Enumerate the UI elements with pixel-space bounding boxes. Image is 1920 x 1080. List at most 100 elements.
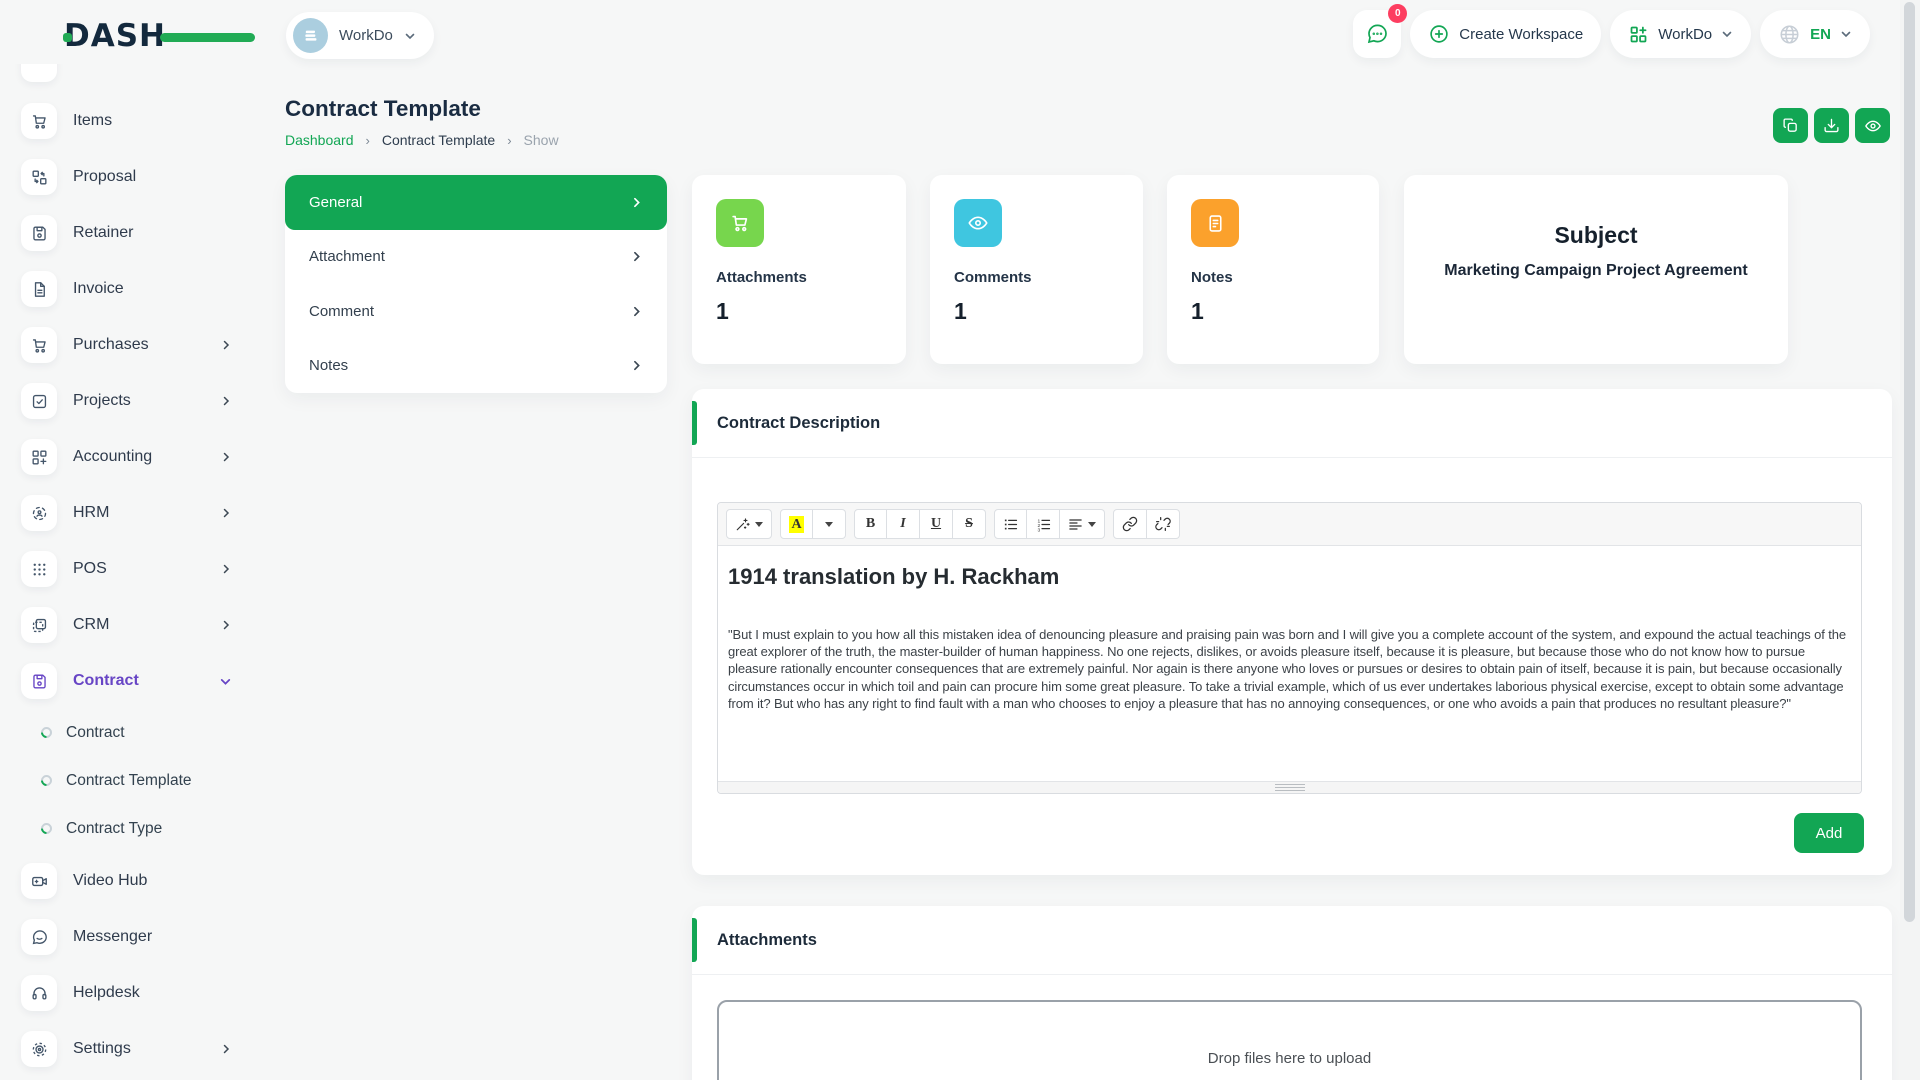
strikethrough-icon: S xyxy=(965,516,973,532)
app-logo[interactable]: DASH xyxy=(64,18,194,54)
floppy-icon xyxy=(21,215,57,251)
stat-value: 1 xyxy=(1191,298,1355,325)
note-icon xyxy=(1191,199,1239,247)
section-accent-bar xyxy=(692,401,697,445)
building-avatar-icon xyxy=(293,18,328,53)
logo-dash-bar xyxy=(160,33,255,42)
eye-icon xyxy=(1864,117,1882,135)
sidebar-item-accounting[interactable]: Accounting xyxy=(0,429,265,485)
stat-label: Attachments xyxy=(716,269,882,286)
bullet-icon xyxy=(39,821,55,837)
sidebar-item-partial[interactable] xyxy=(0,64,265,93)
apps-menu-button[interactable]: WorkDo xyxy=(1610,10,1751,58)
sidebar-item-projects[interactable]: Projects xyxy=(0,373,265,429)
editor-resize-bar[interactable] xyxy=(718,781,1861,793)
link-button[interactable] xyxy=(1113,509,1147,539)
paragraph-align-button[interactable] xyxy=(1060,509,1105,539)
sidebar-subitem-contract[interactable]: Contract xyxy=(0,709,265,757)
sidebar-subitem-contract-type[interactable]: Contract Type xyxy=(0,805,265,853)
unordered-list-button[interactable] xyxy=(994,509,1027,539)
bold-icon: B xyxy=(866,516,875,532)
scrollbar-thumb[interactable] xyxy=(1904,2,1915,922)
download-icon xyxy=(1823,117,1840,134)
chevron-right-icon xyxy=(220,619,232,631)
preview-button[interactable] xyxy=(1855,108,1890,143)
sidebar-item-video-hub[interactable]: Video Hub xyxy=(0,853,265,909)
font-color-button[interactable]: A xyxy=(780,509,813,539)
chevron-down-icon xyxy=(1721,28,1733,40)
section-title: Contract Description xyxy=(717,414,880,433)
tab-notes[interactable]: Notes xyxy=(285,339,667,394)
messages-button[interactable]: 0 xyxy=(1353,10,1401,58)
file-icon xyxy=(21,271,57,307)
sidebar-item-proposal[interactable]: Proposal xyxy=(0,149,265,205)
editor-content[interactable]: 1914 translation by H. Rackham "But I mu… xyxy=(718,546,1861,781)
underline-icon: U xyxy=(931,516,941,532)
chevron-right-icon xyxy=(220,1043,232,1055)
sidebar-item-crm[interactable]: CRM xyxy=(0,597,265,653)
swap-squares-icon xyxy=(21,159,57,195)
tab-comment[interactable]: Comment xyxy=(285,284,667,339)
sidebar-item-helpdesk[interactable]: Helpdesk xyxy=(0,965,265,1021)
sidebar-item-contract[interactable]: Contract xyxy=(0,653,265,709)
workspace-selector[interactable]: WorkDo xyxy=(286,12,434,59)
strikethrough-button[interactable]: S xyxy=(953,509,986,539)
copy-button[interactable] xyxy=(1773,108,1808,143)
header-right-cluster: 0 Create Workspace WorkDo EN xyxy=(1353,10,1870,58)
create-workspace-label: Create Workspace xyxy=(1459,26,1583,43)
sidebar-item-settings[interactable]: Settings xyxy=(0,1021,265,1077)
link-icon xyxy=(1122,516,1138,532)
file-dropzone[interactable]: Drop files here to upload xyxy=(717,1000,1862,1080)
style-magic-button[interactable] xyxy=(726,509,772,539)
breadcrumb-separator xyxy=(507,133,511,148)
resize-grip-icon xyxy=(1275,784,1305,791)
bullet-icon xyxy=(39,725,55,741)
chevron-right-icon xyxy=(220,563,232,575)
sidebar-item-retainer[interactable]: Retainer xyxy=(0,205,265,261)
breadcrumb-section[interactable]: Contract Template xyxy=(382,132,495,148)
chat-bubble-icon xyxy=(1365,22,1389,46)
globe-icon xyxy=(1778,23,1801,46)
sidebar-item-purchases[interactable]: Purchases xyxy=(0,317,265,373)
download-button[interactable] xyxy=(1814,108,1849,143)
sidebar: Items Proposal Retainer Invoice Purchase… xyxy=(0,64,265,1080)
language-label: EN xyxy=(1810,26,1831,43)
tab-general[interactable]: General xyxy=(285,175,667,230)
italic-button[interactable]: I xyxy=(887,509,920,539)
caret-icon xyxy=(825,522,833,527)
breadcrumb-separator xyxy=(366,133,370,148)
chevron-down-icon xyxy=(404,30,416,42)
create-workspace-button[interactable]: Create Workspace xyxy=(1410,10,1601,58)
cart-icon xyxy=(21,103,57,139)
sidebar-subitem-contract-template[interactable]: Contract Template xyxy=(0,757,265,805)
sidebar-item-hrm[interactable]: HRM xyxy=(0,485,265,541)
sidebar-item-messenger[interactable]: Messenger xyxy=(0,909,265,965)
breadcrumb-current: Show xyxy=(524,132,559,148)
section-header: Contract Description xyxy=(692,389,1892,458)
logo-dot xyxy=(63,33,72,42)
caret-icon xyxy=(755,522,763,527)
page-scrollbar[interactable] xyxy=(1900,0,1920,1080)
editor-paragraph: "But I must explain to you how all this … xyxy=(728,626,1851,712)
breadcrumb-dashboard[interactable]: Dashboard xyxy=(285,132,354,148)
floppy-icon xyxy=(21,663,57,699)
add-button[interactable]: Add xyxy=(1794,813,1864,853)
subitem-label: Contract xyxy=(66,724,125,742)
caret-icon xyxy=(1088,522,1096,527)
ordered-list-button[interactable]: 123 xyxy=(1027,509,1060,539)
underline-button[interactable]: U xyxy=(920,509,953,539)
unlink-button[interactable] xyxy=(1147,509,1180,539)
font-color-dropdown[interactable] xyxy=(813,509,846,539)
chevron-right-icon xyxy=(630,250,643,263)
cart-icon xyxy=(716,199,764,247)
bold-button[interactable]: B xyxy=(854,509,887,539)
language-selector[interactable]: EN xyxy=(1760,10,1870,58)
tab-attachment[interactable]: Attachment xyxy=(285,230,667,285)
cart-icon xyxy=(21,327,57,363)
sidebar-item-invoice[interactable]: Invoice xyxy=(0,261,265,317)
sidebar-item-items[interactable]: Items xyxy=(0,93,265,149)
chevron-right-icon xyxy=(630,305,643,318)
sidebar-item-pos[interactable]: POS xyxy=(0,541,265,597)
editor-heading: 1914 translation by H. Rackham xyxy=(728,564,1851,590)
copy-icon xyxy=(1782,117,1799,134)
